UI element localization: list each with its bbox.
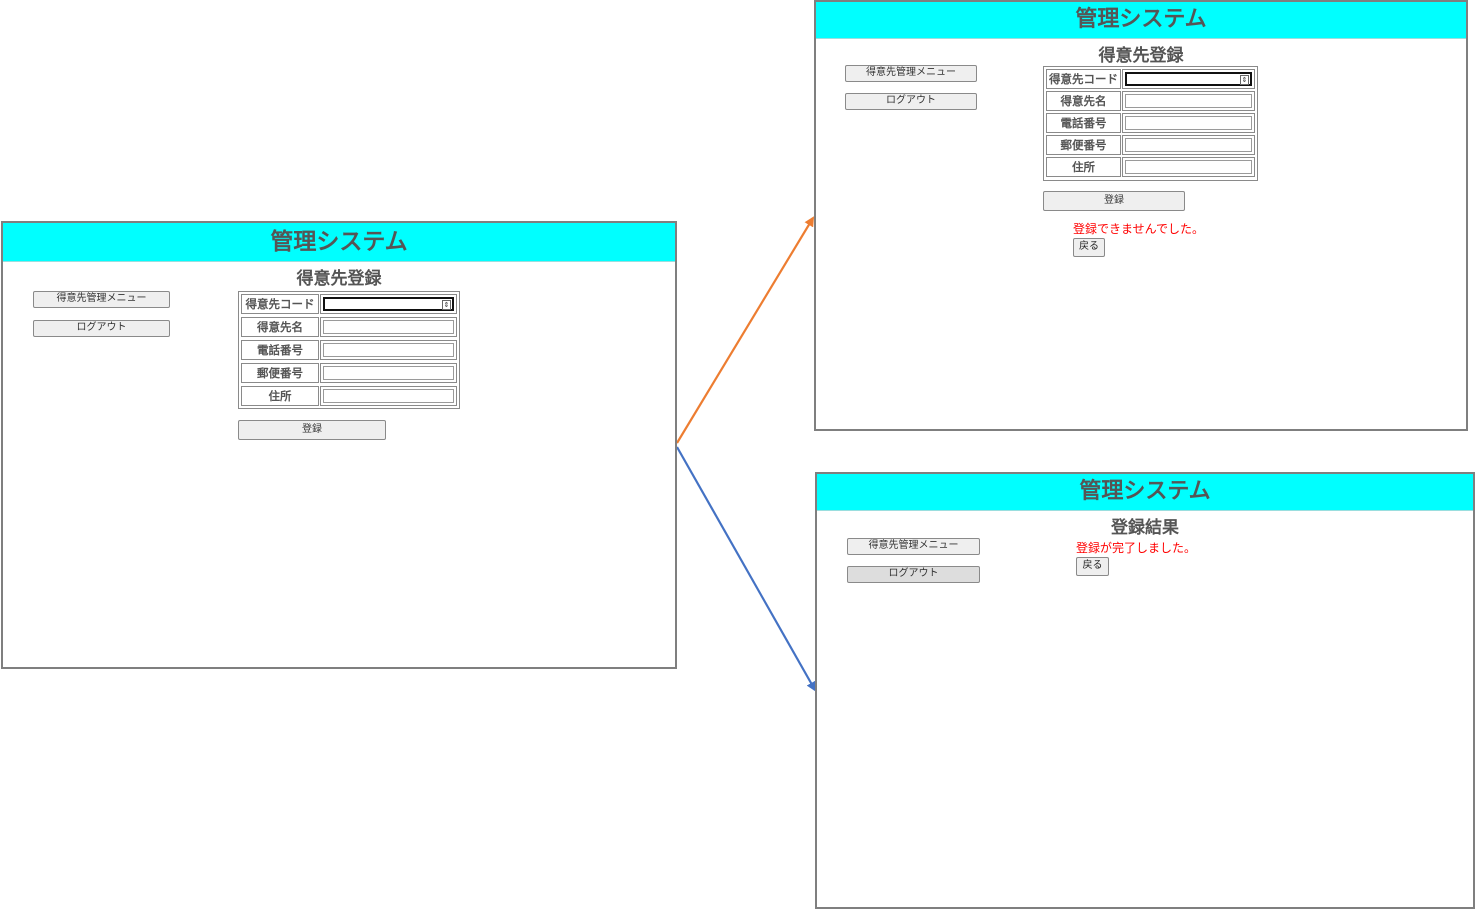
logout-button[interactable]: ログアウト [847,566,980,583]
postal-code-input[interactable] [323,366,454,380]
page-title: 得意先登録 [1098,46,1184,66]
registration-form: 得意先コード ⇕ 得意先名 電話番号 郵便番号 住所 [238,291,460,409]
app-title: 管理システム [817,474,1473,511]
address-input[interactable] [1125,160,1252,174]
customer-code-input[interactable]: ⇕ [323,297,454,311]
postal-code-input[interactable] [1125,138,1252,152]
app-title: 管理システム [3,223,675,262]
form-row-name: 得意先名 [241,317,457,337]
page-title: 登録結果 [1111,518,1179,538]
logout-button[interactable]: ログアウト [845,93,977,110]
field-label: 住所 [241,386,319,406]
spinner-icon[interactable]: ⇕ [1240,75,1249,85]
field-label: 得意先コード [1046,69,1121,89]
field-label: 得意先名 [1046,91,1121,111]
error-screen: 管理システム 得意先登録 得意先管理メニュー ログアウト 得意先コード ⇕ 得意… [814,0,1468,431]
form-row-postal: 郵便番号 [1046,135,1255,155]
spinner-icon[interactable]: ⇕ [442,300,451,310]
arrow-to-error-screen [676,216,815,444]
back-button[interactable]: 戻る [1073,238,1105,257]
customer-menu-button[interactable]: 得意先管理メニュー [845,65,977,82]
customer-name-input[interactable] [323,320,454,334]
form-row-address: 住所 [1046,157,1255,177]
page-title: 得意先登録 [296,269,382,289]
field-label: 電話番号 [241,340,319,360]
form-row-phone: 電話番号 [241,340,457,360]
form-row-address: 住所 [241,386,457,406]
app-title: 管理システム [816,2,1466,39]
result-screen: 管理システム 登録結果 得意先管理メニュー ログアウト 登録が完了しました。 戻… [815,472,1475,909]
field-label: 住所 [1046,157,1121,177]
customer-code-input[interactable]: ⇕ [1125,72,1252,86]
customer-name-input[interactable] [1125,94,1252,108]
customer-menu-button[interactable]: 得意先管理メニュー [847,538,980,555]
phone-input[interactable] [1125,116,1252,130]
register-button[interactable]: 登録 [1043,191,1185,211]
arrow-to-result-screen [676,446,816,692]
field-label: 得意先コード [241,294,319,314]
customer-menu-button[interactable]: 得意先管理メニュー [33,291,170,308]
field-label: 郵便番号 [241,363,319,383]
field-label: 得意先名 [241,317,319,337]
form-row-code: 得意先コード ⇕ [1046,69,1255,89]
error-message: 登録できませんでした。 [1073,222,1205,236]
back-button[interactable]: 戻る [1076,557,1109,576]
form-row-name: 得意先名 [1046,91,1255,111]
form-row-postal: 郵便番号 [241,363,457,383]
success-message: 登録が完了しました。 [1076,541,1197,555]
logout-button[interactable]: ログアウト [33,320,170,337]
input-screen: 管理システム 得意先登録 得意先管理メニュー ログアウト 得意先コード ⇕ 得意… [1,221,677,669]
field-label: 電話番号 [1046,113,1121,133]
register-button[interactable]: 登録 [238,420,386,440]
field-label: 郵便番号 [1046,135,1121,155]
phone-input[interactable] [323,343,454,357]
form-row-code: 得意先コード ⇕ [241,294,457,314]
registration-form: 得意先コード ⇕ 得意先名 電話番号 郵便番号 住所 [1043,66,1258,181]
address-input[interactable] [323,389,454,403]
form-row-phone: 電話番号 [1046,113,1255,133]
